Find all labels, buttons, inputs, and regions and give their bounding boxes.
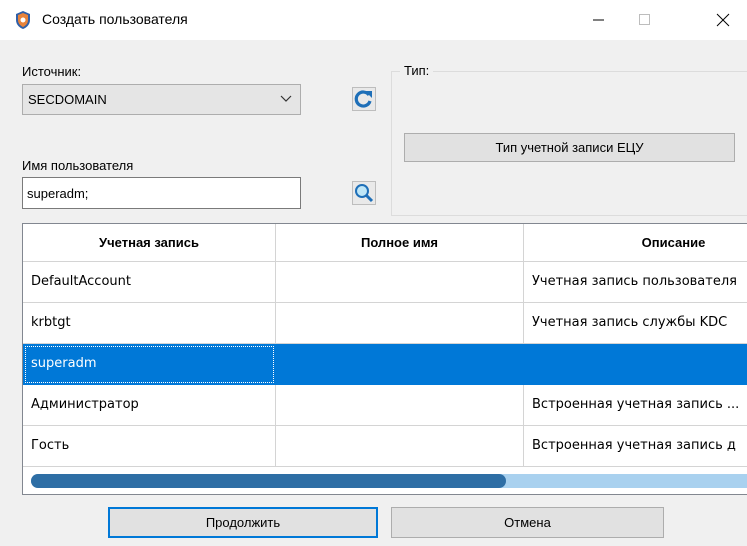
minimize-button[interactable] bbox=[576, 0, 622, 40]
username-input[interactable]: superadm; bbox=[22, 177, 301, 209]
maximize-icon bbox=[639, 14, 650, 25]
full-name-cell bbox=[276, 262, 524, 303]
full-name-cell bbox=[276, 303, 524, 344]
full-name-cell bbox=[276, 344, 524, 385]
table-row[interactable]: krbtgt Учетная запись службы KDC bbox=[23, 303, 747, 344]
refresh-icon bbox=[352, 87, 376, 111]
description-cell bbox=[524, 344, 747, 385]
full-name-cell bbox=[276, 426, 524, 467]
accounts-table[interactable]: Учетная запись Полное имя Описание Defau… bbox=[22, 223, 747, 495]
maximize-button[interactable] bbox=[622, 0, 668, 40]
search-button[interactable] bbox=[352, 181, 376, 205]
continue-button-label: Продолжить bbox=[205, 515, 281, 530]
search-icon bbox=[352, 181, 376, 205]
description-cell: Учетная запись пользователя bbox=[524, 262, 747, 303]
account-type-button-label: Тип учетной записи ЕЦУ bbox=[495, 140, 644, 155]
source-label: Источник: bbox=[22, 64, 82, 79]
column-header-account-label: Учетная запись bbox=[99, 235, 199, 250]
account-cell: superadm bbox=[23, 344, 276, 385]
column-header-account[interactable]: Учетная запись bbox=[23, 224, 276, 262]
column-header-description-label: Описание bbox=[641, 235, 706, 250]
column-header-description[interactable]: Описание bbox=[524, 224, 747, 262]
description-cell: Встроенная учетная запись д bbox=[524, 426, 747, 467]
column-header-full-name-label: Полное имя bbox=[360, 235, 439, 250]
close-icon bbox=[716, 13, 730, 27]
username-value: superadm; bbox=[27, 186, 89, 201]
refresh-button[interactable] bbox=[352, 87, 376, 111]
cancel-button-label: Отмена bbox=[504, 515, 551, 530]
source-select[interactable]: SECDOMAIN bbox=[22, 84, 301, 115]
source-value: SECDOMAIN bbox=[28, 92, 107, 107]
account-cell: krbtgt bbox=[23, 303, 276, 344]
horizontal-scrollbar-thumb[interactable] bbox=[31, 474, 506, 488]
account-cell: Администратор bbox=[23, 385, 276, 426]
table-row[interactable]: Гость Встроенная учетная запись д bbox=[23, 426, 747, 467]
window-title: Создать пользователя bbox=[42, 11, 188, 27]
continue-button[interactable]: Продолжить bbox=[108, 507, 378, 538]
description-cell: Встроенная учетная запись ... bbox=[524, 385, 747, 426]
cancel-button[interactable]: Отмена bbox=[391, 507, 664, 538]
type-group-title: Тип: bbox=[400, 63, 434, 78]
title-bar: Создать пользователя bbox=[0, 0, 747, 40]
shield-app-icon bbox=[16, 11, 30, 29]
chevron-down-icon bbox=[280, 95, 292, 102]
description-cell: Учетная запись службы KDC bbox=[524, 303, 747, 344]
table-row[interactable]: DefaultAccount Учетная запись пользовате… bbox=[23, 262, 747, 303]
account-type-button[interactable]: Тип учетной записи ЕЦУ bbox=[404, 133, 735, 162]
table-row[interactable]: Администратор Встроенная учетная запись … bbox=[23, 385, 747, 426]
close-button[interactable] bbox=[700, 0, 746, 40]
column-header-full-name[interactable]: Полное имя bbox=[276, 224, 524, 262]
full-name-cell bbox=[276, 385, 524, 426]
account-cell: DefaultAccount bbox=[23, 262, 276, 303]
table-row-selected[interactable]: superadm bbox=[23, 344, 747, 385]
account-cell: Гость bbox=[23, 426, 276, 467]
minimize-icon bbox=[593, 19, 604, 21]
username-label: Имя пользователя bbox=[22, 158, 134, 173]
